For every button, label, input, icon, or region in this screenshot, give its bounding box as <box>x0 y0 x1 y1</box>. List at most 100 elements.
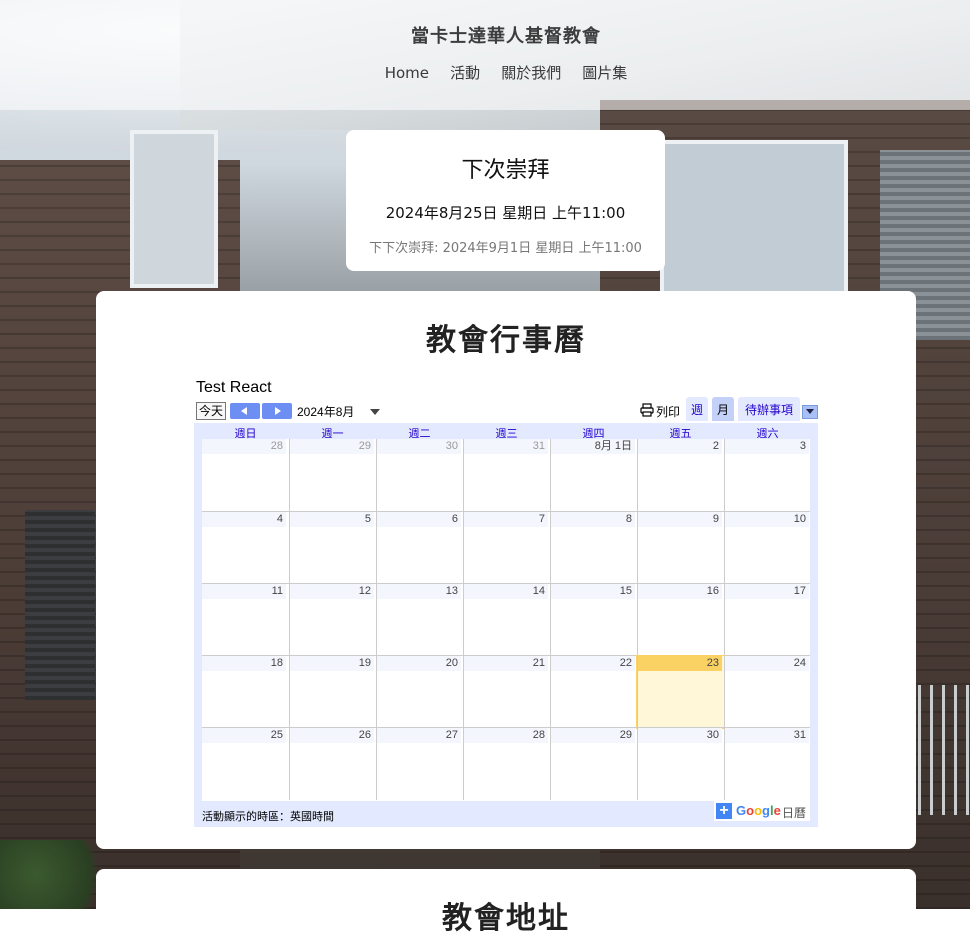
day-cell[interactable]: 5 <box>289 512 376 584</box>
day-cell[interactable]: 24 <box>724 656 811 728</box>
day-cell[interactable]: 31 <box>724 728 811 800</box>
day-cell[interactable]: 20 <box>376 656 463 728</box>
day-cell[interactable]: 9 <box>637 512 724 584</box>
day-number: 6 <box>377 512 461 527</box>
day-number: 30 <box>377 439 461 454</box>
day-cell[interactable]: 28 <box>463 728 550 800</box>
day-number: 31 <box>464 439 548 454</box>
day-cell[interactable]: 26 <box>289 728 376 800</box>
day-cell[interactable]: 19 <box>289 656 376 728</box>
day-cell[interactable]: 8 <box>550 512 637 584</box>
chevron-down-icon[interactable] <box>370 409 380 415</box>
day-cell[interactable]: 10 <box>724 512 811 584</box>
day-number: 14 <box>464 584 548 599</box>
printer-icon[interactable] <box>640 403 654 417</box>
plus-icon: + <box>716 803 732 819</box>
google-calendar-badge[interactable]: + Google 日曆 <box>714 801 810 821</box>
day-cell[interactable]: 7 <box>463 512 550 584</box>
day-number: 8月 1日 <box>551 439 635 454</box>
worship-heading: 下次崇拜 <box>461 158 550 183</box>
address-section-heading: 教會地址 <box>442 901 570 936</box>
day-cell[interactable]: 11 <box>202 584 288 656</box>
nav-gallery[interactable]: 圖片集 <box>582 62 627 83</box>
prev-month-button[interactable] <box>230 403 260 419</box>
day-number: 16 <box>638 584 722 599</box>
tab-agenda[interactable]: 待辦事項 <box>738 397 800 421</box>
day-cell[interactable]: 27 <box>376 728 463 800</box>
day-number: 9 <box>638 512 722 527</box>
day-number: 20 <box>377 656 461 671</box>
day-cell-today[interactable]: 23 <box>636 655 725 729</box>
tab-week[interactable]: 週 <box>686 397 708 421</box>
nav-events[interactable]: 活動 <box>450 62 480 83</box>
day-cell[interactable]: 30 <box>376 439 463 511</box>
week-row: 4 5 6 7 8 9 10 <box>202 511 810 584</box>
day-number: 29 <box>290 439 374 454</box>
site-title[interactable]: 當卡士達華人基督教會 <box>0 22 970 48</box>
calendar-grid: 週日 週一 週二 週三 週四 週五 週六 28 29 30 31 8月 1日 2… <box>194 423 818 827</box>
address-section: 教會地址 <box>96 869 916 949</box>
day-number: 31 <box>725 728 809 743</box>
day-cell[interactable]: 17 <box>724 584 811 656</box>
day-cell[interactable]: 21 <box>463 656 550 728</box>
day-cell[interactable]: 25 <box>202 728 288 800</box>
week-row: 11 12 13 14 15 16 17 <box>202 583 810 656</box>
day-cell[interactable]: 4 <box>202 512 288 584</box>
day-cell[interactable]: 22 <box>550 656 637 728</box>
day-number: 15 <box>551 584 635 599</box>
day-cell[interactable]: 13 <box>376 584 463 656</box>
day-number: 23 <box>638 656 722 671</box>
day-number: 19 <box>290 656 374 671</box>
day-number: 5 <box>290 512 374 527</box>
window-left <box>130 130 218 288</box>
day-cell[interactable]: 2 <box>637 439 724 511</box>
calendar-title: Test React <box>196 379 272 396</box>
fence <box>918 685 970 815</box>
chevron-left-icon <box>241 407 247 415</box>
chevron-right-icon <box>275 407 281 415</box>
day-cell[interactable]: 28 <box>202 439 288 511</box>
day-number: 13 <box>377 584 461 599</box>
view-dropdown-icon[interactable] <box>802 405 818 419</box>
window-right <box>660 140 848 298</box>
google-logo: Google <box>736 803 781 818</box>
day-number: 12 <box>290 584 374 599</box>
nav-home[interactable]: Home <box>385 64 429 82</box>
day-number: 18 <box>202 656 286 671</box>
following-worship-date: 下下次崇拜: 2024年9月1日 星期日 上午11:00 <box>369 241 642 256</box>
day-number: 7 <box>464 512 548 527</box>
tab-month[interactable]: 月 <box>712 397 734 421</box>
day-number: 4 <box>202 512 286 527</box>
day-number: 22 <box>551 656 635 671</box>
month-label[interactable]: 2024年8月 <box>297 403 354 420</box>
day-number: 29 <box>551 728 635 743</box>
day-cell[interactable]: 15 <box>550 584 637 656</box>
next-month-button[interactable] <box>262 403 292 419</box>
calendar-weeks: 28 29 30 31 8月 1日 2 3 4 5 6 7 8 9 10 11 … <box>202 439 810 801</box>
worship-date: 2024年8月25日 星期日 上午11:00 <box>385 204 626 222</box>
day-number: 2 <box>638 439 722 454</box>
day-cell[interactable]: 3 <box>724 439 811 511</box>
day-cell[interactable]: 16 <box>637 584 724 656</box>
day-cell[interactable]: 14 <box>463 584 550 656</box>
day-cell[interactable]: 8月 1日 <box>550 439 637 511</box>
day-cell[interactable]: 31 <box>463 439 550 511</box>
print-label[interactable]: 列印 <box>656 403 680 420</box>
day-cell[interactable]: 30 <box>637 728 724 800</box>
day-cell[interactable]: 29 <box>289 439 376 511</box>
next-worship-card: 下次崇拜 2024年8月25日 星期日 上午11:00 下下次崇拜: 2024年… <box>346 130 665 271</box>
day-number: 27 <box>377 728 461 743</box>
day-cell[interactable]: 12 <box>289 584 376 656</box>
day-number: 25 <box>202 728 286 743</box>
weekday-header: 週日 週一 週二 週三 週四 週五 週六 <box>202 425 810 440</box>
day-cell[interactable]: 18 <box>202 656 288 728</box>
day-cell[interactable]: 29 <box>550 728 637 800</box>
day-number: 17 <box>725 584 809 599</box>
nav-about[interactable]: 關於我們 <box>501 62 561 83</box>
week-row: 18 19 20 21 22 23 24 <box>202 655 811 729</box>
week-row: 28 29 30 31 8月 1日 2 3 <box>202 439 810 511</box>
main-nav: Home 活動 關於我們 圖片集 <box>0 62 970 83</box>
calendar-section-heading: 教會行事曆 <box>426 323 586 358</box>
today-button[interactable]: 今天 <box>196 402 226 420</box>
day-cell[interactable]: 6 <box>376 512 463 584</box>
